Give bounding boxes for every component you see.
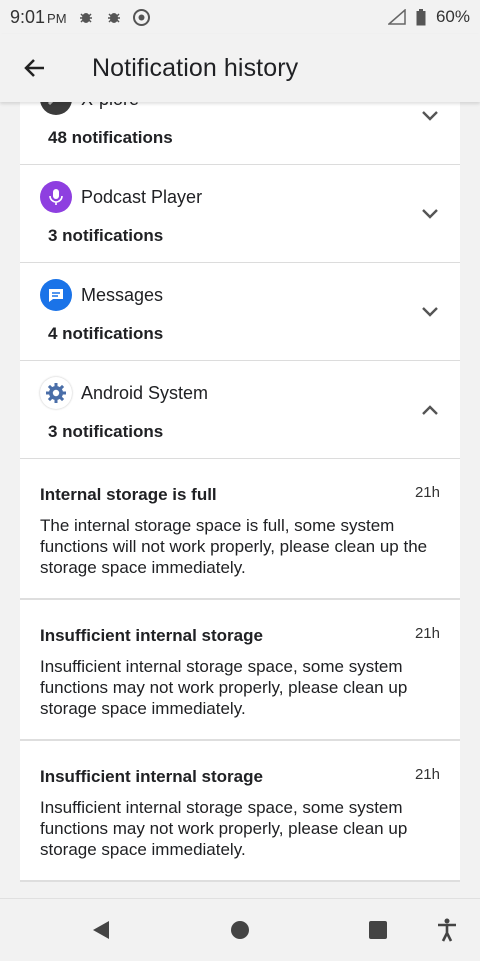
messages-icon bbox=[40, 279, 72, 311]
notification-item[interactable]: Insufficient internal storage 21h Insuff… bbox=[20, 600, 460, 741]
notification-list[interactable]: X-plore 48 notifications Podcast Player … bbox=[0, 102, 480, 898]
status-ampm: PM bbox=[47, 10, 67, 26]
bug-icon bbox=[77, 8, 95, 26]
chevron-down-icon[interactable] bbox=[420, 207, 440, 221]
nav-back-button[interactable] bbox=[88, 917, 114, 943]
bug-icon bbox=[105, 8, 123, 26]
notification-time: 21h bbox=[414, 484, 440, 501]
accessibility-icon bbox=[438, 918, 456, 942]
notification-title: Insufficient internal storage bbox=[40, 767, 263, 786]
notification-count: 48 notifications bbox=[48, 128, 173, 147]
notification-title: Internal storage is full bbox=[40, 485, 217, 504]
accessibility-button[interactable] bbox=[434, 917, 460, 943]
app-row-xplore[interactable]: X-plore 48 notifications bbox=[20, 102, 460, 165]
notification-body: The internal storage space is full, some… bbox=[40, 516, 428, 577]
app-row-messages[interactable]: Messages 4 notifications bbox=[20, 263, 460, 361]
notification-count: 3 notifications bbox=[48, 422, 164, 441]
status-left: 9:01 PM bbox=[10, 7, 151, 28]
app-name: X-plore bbox=[81, 102, 139, 110]
status-right: 60% bbox=[387, 7, 470, 27]
notification-count: 3 notifications bbox=[48, 226, 164, 245]
app-name: Messages bbox=[81, 285, 164, 305]
back-button[interactable] bbox=[0, 34, 70, 102]
chevron-down-icon[interactable] bbox=[420, 109, 440, 123]
nav-recents-button[interactable] bbox=[365, 917, 391, 943]
triangle-back-icon bbox=[93, 921, 109, 939]
app-row-android-system[interactable]: Android System 3 notifications bbox=[20, 361, 460, 459]
status-time-group: 9:01 PM bbox=[10, 7, 67, 28]
app-bar: Notification history bbox=[0, 34, 480, 102]
android-system-gear-icon bbox=[40, 377, 72, 409]
notification-item[interactable]: Insufficient internal storage 21h Insuff… bbox=[20, 741, 460, 882]
status-time: 9:01 bbox=[10, 6, 46, 27]
square-recents-icon bbox=[369, 921, 387, 939]
notification-item[interactable]: Internal storage is full 21h The interna… bbox=[20, 459, 460, 600]
status-bar: 9:01 PM 60% bbox=[0, 0, 480, 34]
app-name: Podcast Player bbox=[81, 187, 203, 207]
chevron-up-icon[interactable] bbox=[420, 403, 440, 417]
signal-icon bbox=[387, 8, 406, 26]
notification-time: 21h bbox=[414, 766, 440, 783]
app-name: Android System bbox=[81, 383, 209, 403]
notification-title: Insufficient internal storage bbox=[40, 626, 263, 645]
app-list-card: X-plore 48 notifications Podcast Player … bbox=[20, 102, 460, 882]
navigation-bar bbox=[0, 898, 480, 961]
battery-level: 60% bbox=[435, 7, 470, 26]
arrow-left-icon bbox=[24, 59, 44, 77]
notification-body: Insufficient internal storage space, som… bbox=[40, 657, 408, 718]
xplore-icon bbox=[40, 102, 72, 115]
notification-time: 21h bbox=[414, 625, 440, 642]
chevron-down-icon[interactable] bbox=[420, 305, 440, 319]
app-row-podcast-player[interactable]: Podcast Player 3 notifications bbox=[20, 165, 460, 263]
battery-icon bbox=[412, 8, 430, 26]
notification-count: 4 notifications bbox=[48, 324, 164, 343]
podcast-icon bbox=[40, 181, 72, 213]
page-title: Notification history bbox=[92, 53, 299, 82]
notification-body: Insufficient internal storage space, som… bbox=[40, 798, 408, 859]
nav-home-button[interactable] bbox=[227, 917, 253, 943]
circle-home-icon bbox=[231, 921, 249, 939]
chrome-icon bbox=[133, 8, 151, 26]
